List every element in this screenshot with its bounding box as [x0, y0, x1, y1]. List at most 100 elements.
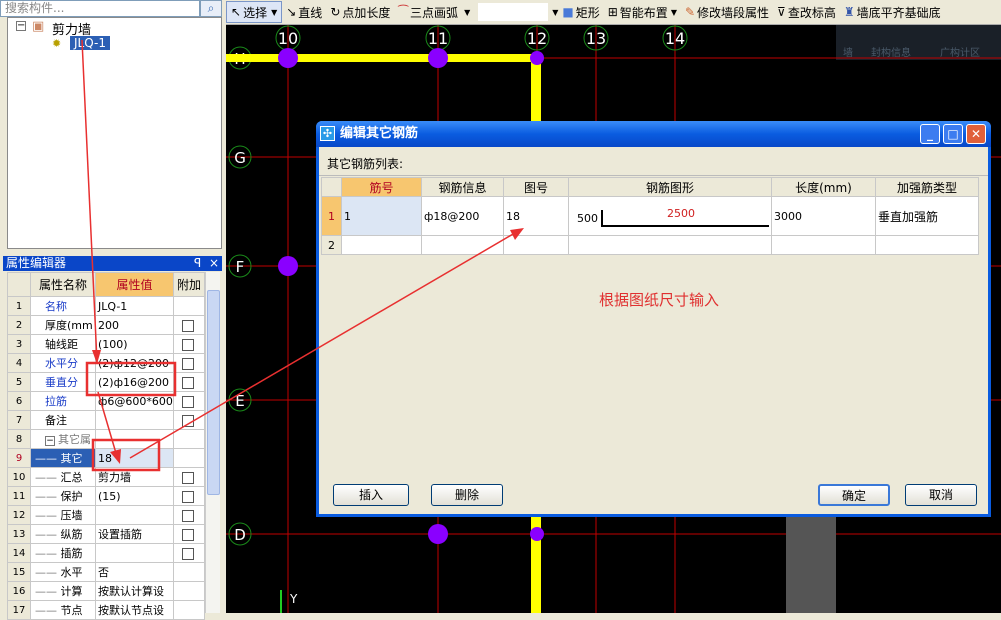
rectangle-button[interactable]: ■ 矩形: [558, 1, 603, 23]
chevron-down-icon[interactable]: ▼: [464, 8, 470, 17]
cell-rebar-shape[interactable]: [568, 235, 772, 255]
property-row[interactable]: 5 垂直分 (2)ф16@200: [7, 372, 205, 392]
column[interactable]: [278, 256, 298, 276]
property-name[interactable]: —— 汇总: [30, 467, 96, 487]
property-value[interactable]: 按默认节点设: [95, 600, 174, 620]
checkbox[interactable]: [182, 395, 194, 408]
property-row[interactable]: 7 备注: [7, 410, 205, 430]
cell-type[interactable]: 垂直加强筋: [875, 196, 979, 236]
property-name[interactable]: —— 节点: [30, 600, 96, 620]
modify-wall-button[interactable]: ✎ 修改墙段属性: [681, 1, 773, 23]
cell-length[interactable]: [771, 235, 876, 255]
pin-icon[interactable]: ꟼ: [194, 256, 201, 270]
cell-length[interactable]: 3000: [771, 196, 876, 236]
property-name[interactable]: 备注: [30, 410, 96, 430]
property-row[interactable]: 9 —— 其它 18: [7, 448, 205, 468]
arc-button[interactable]: ⁀ 三点画弧 ▼: [394, 1, 474, 23]
checkbox[interactable]: [182, 376, 194, 389]
delete-button[interactable]: 删除: [431, 484, 503, 506]
background-tab[interactable]: 封构信息: [871, 46, 911, 59]
collapse-icon[interactable]: −: [45, 436, 55, 446]
property-name[interactable]: —— 计算: [30, 581, 96, 601]
property-name[interactable]: − 其它属: [30, 429, 96, 449]
property-row[interactable]: 16 —— 计算 按默认计算设: [7, 581, 205, 601]
property-row[interactable]: 13 —— 纵筋 设置插筋: [7, 524, 205, 544]
search-input[interactable]: 搜索构件...: [0, 0, 200, 17]
cell-figure-number[interactable]: [503, 235, 569, 255]
elevation-button[interactable]: ⊽ 查改标高: [773, 1, 840, 23]
property-name[interactable]: —— 压墙: [30, 505, 96, 525]
search-icon[interactable]: ⌕: [200, 0, 222, 17]
insert-button[interactable]: 插入: [333, 484, 409, 506]
shape-main-length[interactable]: 2500: [667, 207, 695, 220]
column[interactable]: [428, 48, 448, 68]
draw-mode-select[interactable]: [478, 3, 549, 21]
property-value[interactable]: (100): [95, 334, 174, 354]
ok-button[interactable]: 确定: [818, 484, 890, 506]
property-row[interactable]: 2 厚度(mm 200: [7, 315, 205, 335]
cell-rebar-info[interactable]: [421, 235, 504, 255]
column[interactable]: [428, 524, 448, 544]
checkbox[interactable]: [182, 509, 194, 522]
checkbox[interactable]: [182, 414, 194, 427]
property-name[interactable]: —— 保护: [30, 486, 96, 506]
checkbox[interactable]: [182, 338, 194, 351]
property-row[interactable]: 4 水平分 (2)ф12@200: [7, 353, 205, 373]
checkbox[interactable]: [182, 357, 194, 370]
point-length-button[interactable]: ↻ 点加长度: [326, 1, 394, 23]
property-value[interactable]: [95, 505, 174, 525]
property-name[interactable]: 轴线距: [30, 334, 96, 354]
property-value[interactable]: 剪力墙: [95, 467, 174, 487]
dialog-title-bar[interactable]: ✣ 编辑其它钢筋 _ □ ✕: [316, 121, 991, 147]
wall[interactable]: [226, 54, 541, 62]
shape-left-length[interactable]: 500: [577, 212, 598, 225]
property-value[interactable]: (15): [95, 486, 174, 506]
cell-bar-number[interactable]: [341, 235, 422, 255]
cancel-button[interactable]: 取消: [905, 484, 977, 506]
smart-layout-button[interactable]: ⊞ 智能布置 ▼: [604, 1, 681, 23]
property-row[interactable]: 6 拉筋 ф6@600*600: [7, 391, 205, 411]
property-value[interactable]: 按默认计算设: [95, 581, 174, 601]
property-value[interactable]: 18: [95, 448, 174, 468]
property-value[interactable]: [95, 429, 174, 449]
cell-figure-number[interactable]: 18: [503, 196, 569, 236]
cell-type[interactable]: [875, 235, 979, 255]
column[interactable]: [530, 527, 544, 541]
close-button[interactable]: ✕: [966, 124, 986, 144]
maximize-button[interactable]: □: [943, 124, 963, 144]
minimize-button[interactable]: _: [920, 124, 940, 144]
scroll-thumb[interactable]: [207, 290, 220, 495]
select-button[interactable]: ↖ 选择 ▼: [226, 1, 283, 23]
property-name[interactable]: —— 纵筋: [30, 524, 96, 544]
property-value[interactable]: (2)ф12@200: [95, 353, 174, 373]
property-value[interactable]: 200: [95, 315, 174, 335]
cell-rebar-info[interactable]: ф18@200: [421, 196, 504, 236]
collapse-icon[interactable]: −: [16, 21, 26, 31]
property-row[interactable]: 11 —— 保护 (15): [7, 486, 205, 506]
property-value[interactable]: [95, 543, 174, 563]
property-row[interactable]: 15 —— 水平否: [7, 562, 205, 582]
cell-rebar-shape[interactable]: 500 2500: [568, 196, 772, 236]
property-row[interactable]: 10 —— 汇总 剪力墙: [7, 467, 205, 487]
background-tab[interactable]: 广构计区: [940, 46, 980, 59]
property-name[interactable]: 厚度(mm: [30, 315, 96, 335]
column[interactable]: [530, 51, 544, 65]
chevron-down-icon[interactable]: ▼: [671, 8, 677, 17]
property-name[interactable]: 拉筋: [30, 391, 96, 411]
property-row[interactable]: 12 —— 压墙: [7, 505, 205, 525]
property-row[interactable]: 17 —— 节点 按默认节点设: [7, 600, 205, 620]
close-icon[interactable]: ×: [209, 256, 219, 270]
property-name[interactable]: 名称: [30, 296, 96, 316]
property-value[interactable]: [95, 410, 174, 430]
property-name[interactable]: —— 水平: [30, 562, 96, 582]
align-base-button[interactable]: ♜ 墙底平齐基础底: [840, 1, 945, 23]
property-value[interactable]: JLQ-1: [95, 296, 174, 316]
property-value[interactable]: 设置插筋: [95, 524, 174, 544]
background-tab[interactable]: 墙: [843, 46, 853, 59]
property-value[interactable]: 否: [95, 562, 174, 582]
property-row[interactable]: 1 名称 JLQ-1: [7, 296, 205, 316]
table-row[interactable]: 2: [321, 235, 979, 255]
property-row[interactable]: 8− 其它属: [7, 429, 205, 449]
checkbox[interactable]: [182, 490, 194, 503]
property-row[interactable]: 3 轴线距 (100): [7, 334, 205, 354]
